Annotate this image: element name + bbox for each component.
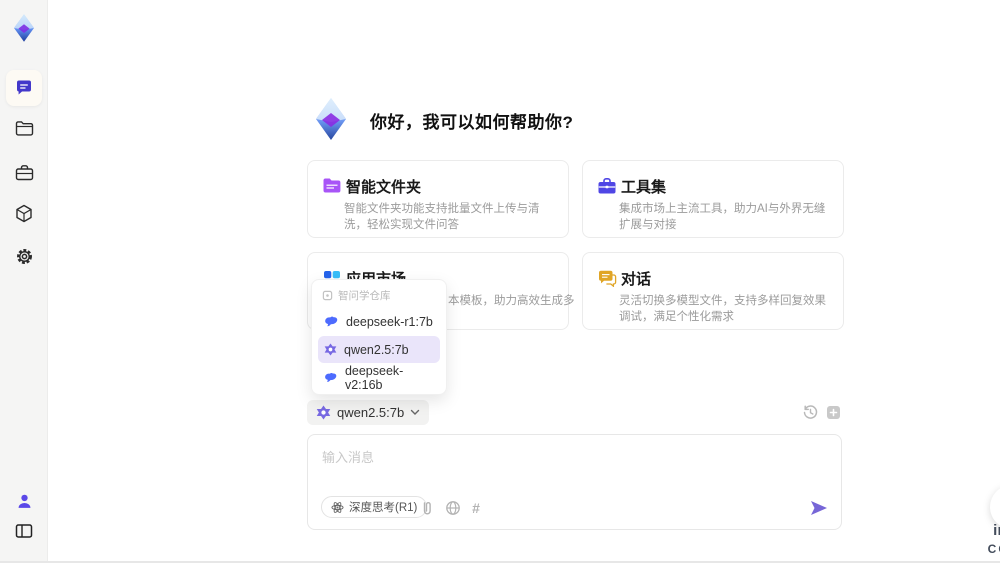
sidebar bbox=[0, 0, 48, 563]
core-wordmark: core bbox=[987, 542, 1000, 556]
message-input[interactable] bbox=[322, 447, 802, 487]
card-description: 智能文件夹功能支持批量文件上传与清洗，轻松实现文件问答 bbox=[344, 203, 540, 231]
card-title: 智能文件夹 bbox=[346, 179, 422, 196]
paperclip-icon bbox=[423, 502, 431, 515]
intel-core-badge: intel core Ultra bbox=[974, 522, 1000, 563]
sidebar-item-models[interactable] bbox=[6, 195, 42, 231]
card-toolset[interactable]: 工具集 集成市场上主流工具，助力AI与外界无缝扩展与对接 bbox=[582, 160, 844, 238]
app-window: 你好，我可以如何帮助你? 智能文件夹 智能文件夹功能支持批量文件上传与清洗，轻松… bbox=[0, 0, 1000, 563]
sidebar-item-settings[interactable] bbox=[6, 238, 42, 274]
qwen-icon bbox=[324, 343, 337, 356]
card-conversation[interactable]: 对话 灵活切换多模型文件，支持多样回复效果调试，满足个性化需求 bbox=[582, 252, 844, 330]
sidebar-item-toolbox[interactable] bbox=[6, 154, 42, 190]
message-composer: 深度思考(R1) # bbox=[307, 434, 842, 530]
qwen-icon bbox=[316, 405, 331, 420]
deepseek-icon bbox=[325, 316, 338, 327]
model-option-qwen[interactable]: qwen2.5:7b bbox=[318, 336, 440, 363]
sidebar-item-folders[interactable] bbox=[6, 110, 42, 146]
layout-columns-icon bbox=[15, 524, 33, 538]
deepseek-icon bbox=[325, 373, 337, 382]
user-icon bbox=[18, 494, 30, 508]
briefcase-icon bbox=[15, 164, 33, 180]
chat-bubble-icon bbox=[17, 80, 31, 95]
attach-button[interactable] bbox=[420, 500, 436, 516]
history-button[interactable] bbox=[802, 404, 819, 421]
greeting-logo-icon bbox=[307, 95, 355, 143]
atom-icon bbox=[331, 501, 344, 513]
history-icon bbox=[803, 405, 818, 419]
model-dropdown: 智问学仓库 deepseek-r1:7b qwen2.5:7b deepseek… bbox=[311, 279, 447, 395]
card-smart-folders[interactable]: 智能文件夹 智能文件夹功能支持批量文件上传与清洗，轻松实现文件问答 bbox=[307, 160, 569, 238]
cube-icon bbox=[16, 204, 32, 222]
send-icon bbox=[811, 501, 827, 515]
toolset-icon bbox=[597, 177, 617, 197]
hash-button[interactable]: # bbox=[468, 500, 484, 516]
gear-icon bbox=[16, 248, 32, 264]
selected-model-label: qwen2.5:7b bbox=[337, 405, 405, 420]
deep-think-toggle[interactable]: 深度思考(R1) bbox=[321, 496, 428, 518]
main-area: 你好，我可以如何帮助你? 智能文件夹 智能文件夹功能支持批量文件上传与清洗，轻松… bbox=[49, 0, 1000, 563]
card-description: 集成市场上主流工具，助力AI与外界无缝扩展与对接 bbox=[619, 203, 826, 231]
send-button[interactable] bbox=[809, 498, 829, 518]
sidebar-item-chat[interactable] bbox=[6, 70, 42, 106]
plus-square-icon bbox=[827, 406, 840, 419]
card-title: 对话 bbox=[621, 271, 652, 288]
smart-folder-icon bbox=[322, 177, 342, 197]
card-title: 工具集 bbox=[621, 179, 667, 196]
card-description: 灵活切换多模型文件，支持多样回复效果调试，满足个性化需求 bbox=[619, 295, 826, 323]
globe-icon bbox=[446, 501, 460, 515]
sidebar-collapse-button[interactable] bbox=[6, 513, 42, 549]
folder-icon bbox=[15, 121, 33, 136]
model-dropdown-header: 智问学仓库 bbox=[318, 287, 440, 308]
new-chat-button[interactable] bbox=[825, 404, 842, 421]
model-selector-button[interactable]: qwen2.5:7b bbox=[307, 400, 430, 425]
web-search-button[interactable] bbox=[445, 500, 461, 516]
app-logo-icon bbox=[9, 11, 39, 45]
greeting-text: 你好，我可以如何帮助你? bbox=[370, 113, 574, 132]
deep-think-label: 深度思考(R1) bbox=[349, 502, 418, 514]
model-option-deepseek-r1[interactable]: deepseek-r1:7b bbox=[318, 308, 440, 335]
conversation-icon bbox=[597, 269, 617, 289]
repo-icon bbox=[322, 290, 333, 301]
chevron-down-icon bbox=[411, 409, 420, 415]
model-option-deepseek-v2[interactable]: deepseek-v2:16b bbox=[318, 364, 440, 392]
